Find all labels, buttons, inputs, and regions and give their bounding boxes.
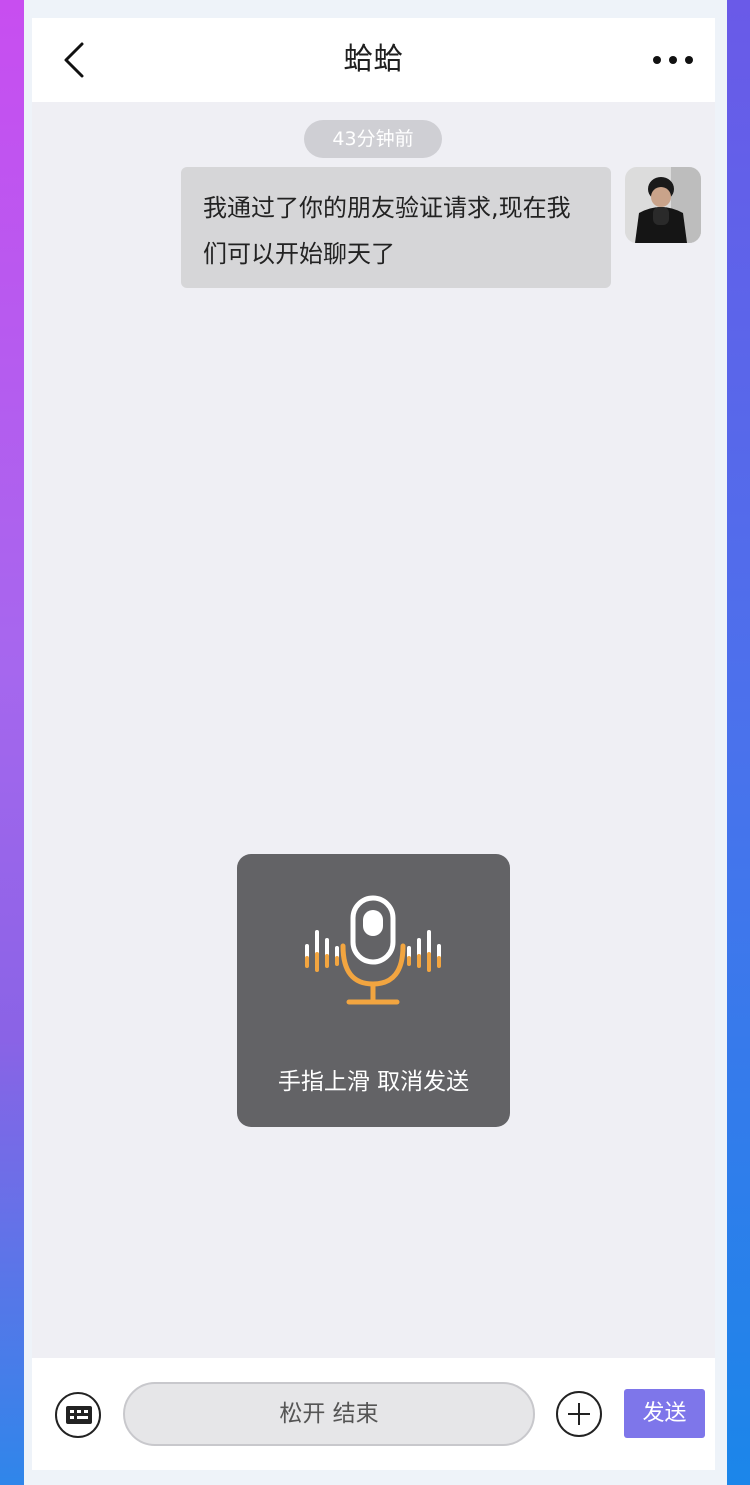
message-bubble-outgoing[interactable]: 我通过了你的朋友验证请求,现在我们可以开始聊天了 [181,167,611,288]
chat-header: 蛤蛤 [32,18,715,102]
cancel-hint-text: 手指上滑 取消发送 [277,1069,470,1095]
input-bar: 松开 结束 发送 [32,1358,715,1470]
chat-area[interactable]: 43分钟前 我通过了你的朋友验证请求,现在我们可以开始聊天了 手指上滑 取消发送 [32,102,715,1358]
keyboard-icon[interactable] [55,1392,101,1438]
more-options-icon[interactable] [653,44,693,76]
hold-to-talk-button[interactable]: 松开 结束 [123,1382,535,1446]
phone-screen: 蛤蛤 43分钟前 我通过了你的朋友验证请求,现在我们可以开始聊天了 手指上滑 取… [24,0,727,1485]
microphone-icon [303,894,443,1014]
user-avatar[interactable] [625,167,701,243]
message-timestamp: 43分钟前 [304,120,442,158]
send-button[interactable]: 发送 [624,1389,705,1438]
plus-icon[interactable] [556,1391,602,1437]
chat-title: 蛤蛤 [343,42,404,77]
voice-recording-overlay: 手指上滑 取消发送 [237,854,510,1127]
